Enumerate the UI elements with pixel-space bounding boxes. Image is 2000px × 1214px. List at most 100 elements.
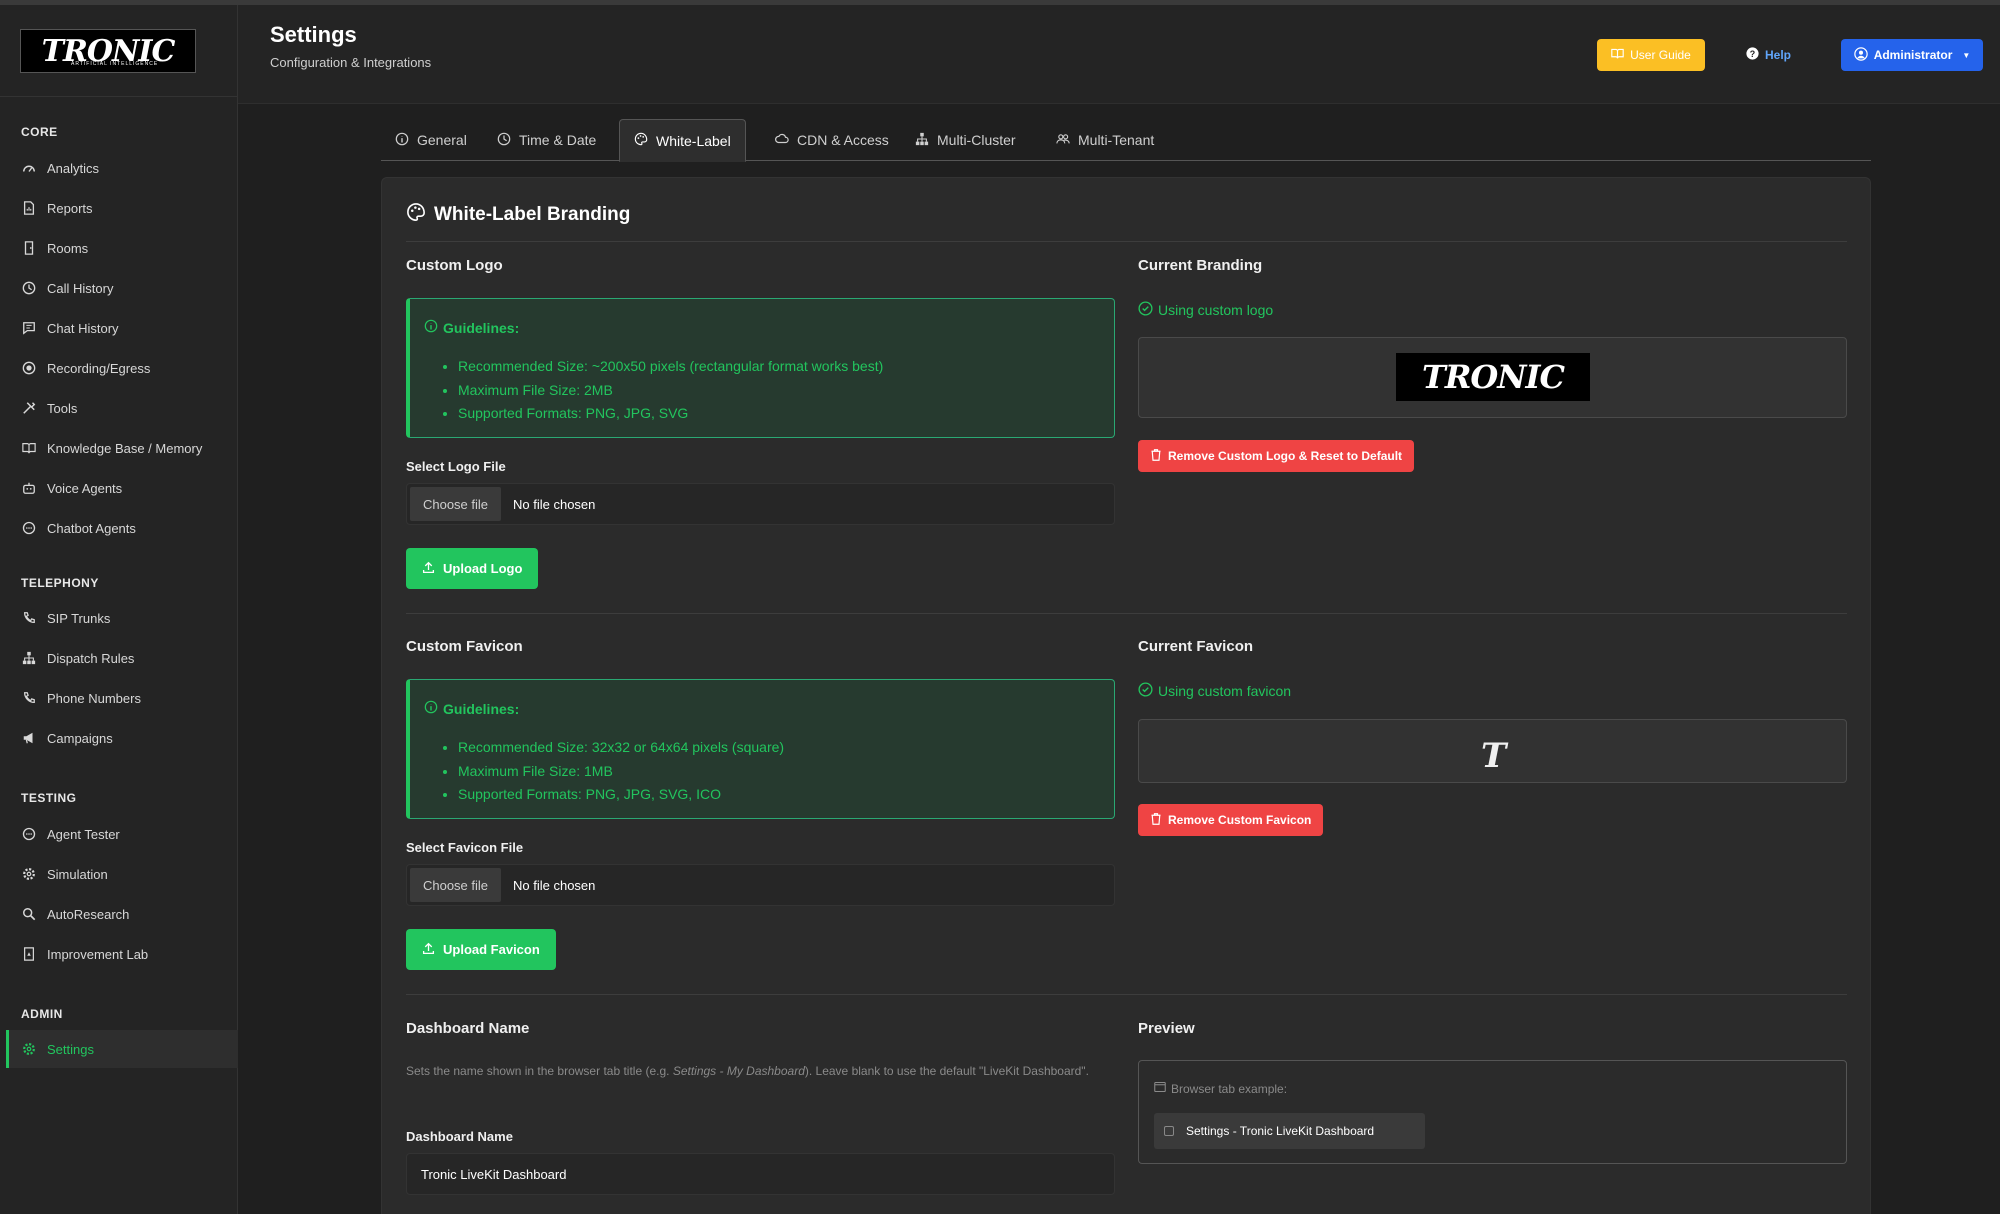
trash-icon: [1150, 812, 1162, 828]
sidebar-item-label: Tools: [47, 400, 78, 416]
phone-icon: [21, 610, 37, 626]
check-circle-icon: [1138, 682, 1153, 700]
custom-logo-title: Custom Logo: [406, 257, 503, 274]
divider: [406, 994, 1847, 995]
sidebar-item-rooms[interactable]: Rooms: [6, 229, 238, 267]
sidebar-item-settings[interactable]: Settings: [6, 1030, 238, 1068]
help-text-prefix: Sets the name shown in the browser tab t…: [406, 1064, 673, 1078]
sitemap-icon: [915, 132, 929, 149]
sidebar-divider: [0, 96, 238, 97]
sidebar-item-label: Simulation: [47, 866, 108, 882]
sidebar-item-label: Call History: [47, 280, 114, 296]
gear-icon: [21, 866, 37, 882]
user-guide-button[interactable]: User Guide: [1597, 39, 1705, 71]
tab-label: CDN & Access: [797, 132, 889, 148]
window-icon: [1154, 1081, 1166, 1096]
help-button[interactable]: ? Help: [1746, 39, 1791, 71]
tools-icon: [21, 400, 37, 416]
sidebar-item-chat-history[interactable]: Chat History: [6, 309, 238, 347]
browser-tab-example: Settings - Tronic LiveKit Dashboard: [1154, 1113, 1425, 1149]
tab-time-date[interactable]: Time & Date: [483, 119, 610, 161]
help-text-suffix: ). Leave blank to use the default "LiveK…: [804, 1064, 1089, 1078]
section-label-core: CORE: [21, 125, 58, 139]
logo-file-input[interactable]: Choose file No file chosen: [406, 483, 1115, 525]
sidebar-item-label: Rooms: [47, 240, 89, 256]
user-menu-button[interactable]: Administrator ▼: [1841, 39, 1983, 71]
current-favicon-image: T: [1481, 736, 1507, 776]
remove-favicon-button[interactable]: Remove Custom Favicon: [1138, 804, 1324, 836]
chat-icon: [21, 826, 37, 842]
favicon-placeholder-icon: [1164, 1126, 1174, 1136]
user-circle-icon: [1853, 46, 1868, 64]
file-status: No file chosen: [513, 877, 596, 893]
dashboard-name-help: Sets the name shown in the browser tab t…: [406, 1061, 1115, 1081]
sidebar-item-recording-egress[interactable]: Recording/Egress: [6, 349, 238, 387]
tab-general[interactable]: General: [381, 119, 481, 161]
browser-tab-title: Settings - Tronic LiveKit Dashboard: [1186, 1124, 1375, 1138]
sidebar-item-phone-numbers[interactable]: Phone Numbers: [6, 679, 238, 717]
tab-multi-tenant[interactable]: Multi-Tenant: [1042, 119, 1168, 161]
guidelines-title: Guidelines:: [443, 319, 520, 336]
sitemap-icon: [21, 650, 37, 666]
chat-icon: [21, 320, 37, 336]
upload-favicon-button[interactable]: Upload Favicon: [406, 929, 556, 970]
favicon-status: Using custom favicon: [1138, 682, 1291, 700]
choose-file-button[interactable]: Choose file: [410, 868, 501, 902]
sidebar-item-label: Phone Numbers: [47, 690, 141, 706]
sidebar-item-campaigns[interactable]: Campaigns: [6, 719, 238, 757]
favicon-guidelines-box: Guidelines: Recommended Size: 32x32 or 6…: [406, 679, 1115, 819]
search-icon: [21, 906, 37, 922]
remove-logo-button[interactable]: Remove Custom Logo & Reset to Default: [1138, 440, 1415, 472]
card-title-text: White-Label Branding: [434, 204, 631, 225]
sidebar-item-label: Agent Tester: [47, 826, 120, 842]
tab-example-label: Browser tab example:: [1154, 1081, 1287, 1096]
sidebar-item-call-history[interactable]: Call History: [6, 269, 238, 307]
tab-label: Time & Date: [519, 132, 597, 148]
sidebar-item-label: Improvement Lab: [47, 946, 149, 962]
sidebar-item-analytics[interactable]: Analytics: [6, 149, 238, 187]
cloud-icon: [775, 132, 789, 149]
upload-logo-button[interactable]: Upload Logo: [406, 548, 539, 589]
sidebar-item-improvement-lab[interactable]: Improvement Lab: [6, 935, 238, 973]
tab-label: General: [417, 132, 467, 148]
sidebar-item-label: Settings: [47, 1041, 94, 1057]
sidebar-item-reports[interactable]: Reports: [6, 189, 238, 227]
favicon-file-input[interactable]: Choose file No file chosen: [406, 864, 1115, 906]
page-subtitle: Configuration & Integrations: [270, 55, 432, 70]
tab-multi-cluster[interactable]: Multi-Cluster: [901, 119, 1030, 161]
list-item: Supported Formats: PNG, JPG, SVG, ICO: [458, 783, 784, 807]
sidebar-item-chatbot-agents[interactable]: Chatbot Agents: [6, 509, 238, 547]
upload-icon: [422, 561, 435, 577]
door-icon: [21, 240, 37, 256]
sidebar-item-label: Chatbot Agents: [47, 520, 136, 536]
record-icon: [21, 360, 37, 376]
upload-logo-label: Upload Logo: [443, 561, 523, 576]
dashboard-name-input[interactable]: Tronic LiveKit Dashboard: [406, 1153, 1115, 1195]
clock-icon: [21, 280, 37, 296]
brand-logo[interactable]: TRONIC ARTIFICIAL INTELLIGENCE: [20, 29, 196, 73]
select-favicon-label: Select Favicon File: [406, 840, 524, 855]
list-item: Recommended Size: 32x32 or 64x64 pixels …: [458, 736, 784, 760]
sidebar-item-tools[interactable]: Tools: [6, 389, 238, 427]
choose-file-button[interactable]: Choose file: [410, 487, 501, 521]
tab-label: Multi-Tenant: [1078, 132, 1155, 148]
upload-favicon-label: Upload Favicon: [443, 942, 540, 957]
tab-white-label[interactable]: White-Label: [619, 119, 746, 162]
sidebar-item-autoresearch[interactable]: AutoResearch: [6, 895, 238, 933]
sidebar-item-voice-agents[interactable]: Voice Agents: [6, 469, 238, 507]
file-status: No file chosen: [513, 496, 596, 512]
dashboard-name-title: Dashboard Name: [406, 1020, 530, 1037]
sidebar-item-dispatch-rules[interactable]: Dispatch Rules: [6, 639, 238, 677]
guidelines-list: Recommended Size: ~200x50 pixels (rectan…: [440, 355, 883, 426]
remove-favicon-label: Remove Custom Favicon: [1168, 813, 1312, 827]
sidebar-item-label: Dispatch Rules: [47, 650, 135, 666]
sidebar-item-sip-trunks[interactable]: SIP Trunks: [6, 599, 238, 637]
remove-logo-label: Remove Custom Logo & Reset to Default: [1168, 449, 1403, 463]
settings-tabs: General Time & Date White-Label CDN & Ac…: [381, 119, 1871, 162]
tab-cdn-access[interactable]: CDN & Access: [761, 119, 903, 161]
clock-icon: [497, 132, 511, 149]
sidebar-item-simulation[interactable]: Simulation: [6, 855, 238, 893]
sidebar-item-knowledge-base[interactable]: Knowledge Base / Memory: [6, 429, 238, 467]
users-icon: [1056, 132, 1070, 149]
sidebar-item-agent-tester[interactable]: Agent Tester: [6, 815, 238, 853]
